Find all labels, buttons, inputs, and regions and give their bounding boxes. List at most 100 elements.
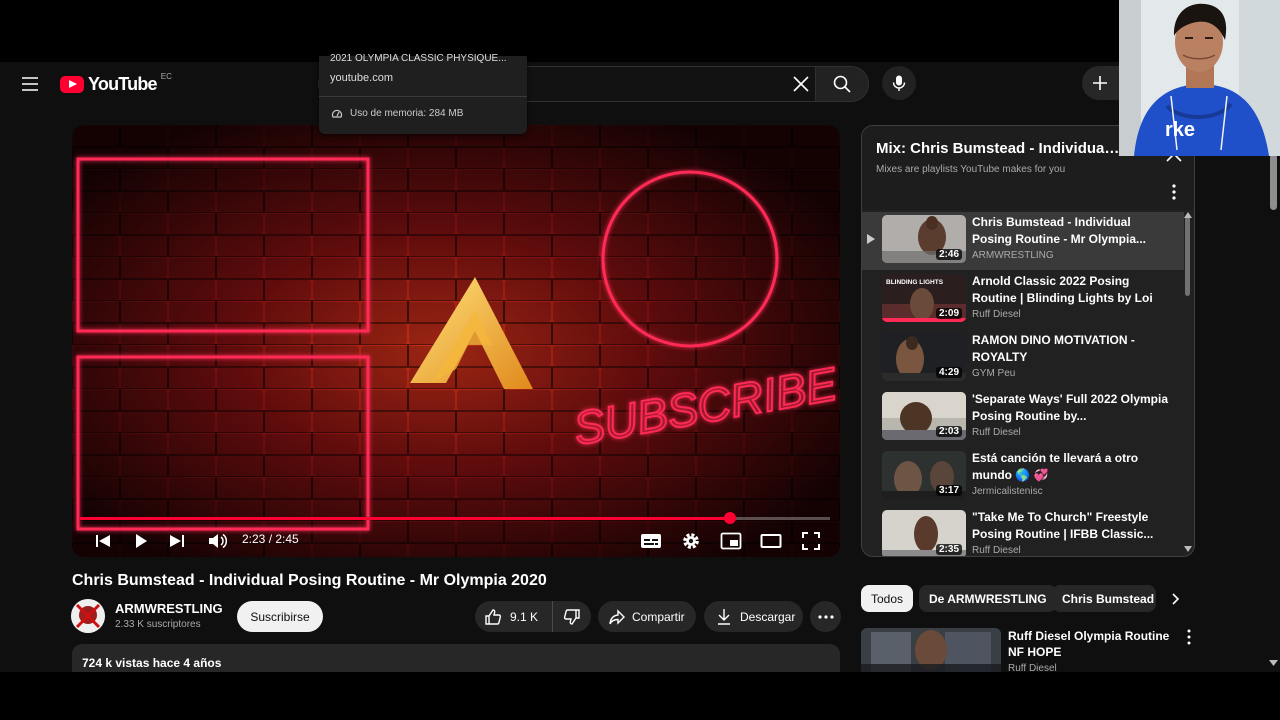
- like-button[interactable]: 9.1 K: [475, 601, 553, 632]
- playlist-item[interactable]: 2:35 "Take Me To Church" Freestyle Posin…: [862, 507, 1184, 556]
- chip-todos[interactable]: Todos: [861, 585, 914, 612]
- playlist-item-channel: Ruff Diesel: [972, 309, 1021, 320]
- gear-icon: [683, 533, 699, 549]
- video-duration: 4:29: [935, 367, 962, 378]
- related-video-title[interactable]: Ruff Diesel Olympia Routine NF HOPE: [1008, 628, 1178, 660]
- chip-chris-bumstead[interactable]: Chris Bumstead: [1052, 585, 1156, 612]
- tab-url: youtube.com: [330, 72, 393, 84]
- webcam-overlay: rke: [1119, 0, 1280, 156]
- divider: [319, 96, 527, 97]
- playlist-item-title: RAMON DINO MOTIVATION - ROYALTY: [972, 333, 1135, 364]
- thumbnail-text: BLINDING LIGHTS: [886, 279, 944, 286]
- more-vertical-icon[interactable]: [1166, 182, 1182, 202]
- playlist-item-title: "Take Me To Church" Freestyle Posing Rou…: [972, 510, 1154, 541]
- miniplayer-icon: [720, 532, 742, 550]
- channel-name[interactable]: ARMWRESTLING: [115, 601, 223, 616]
- subtitles-icon: [641, 534, 661, 548]
- playlist-item[interactable]: 2:46 Chris Bumstead - Individual Posing …: [862, 212, 1184, 270]
- video-thumbnail: 2:46: [882, 215, 966, 263]
- download-label: Descargar: [740, 609, 796, 624]
- thumbs-down-icon: [563, 608, 580, 625]
- subscribe-button[interactable]: Suscribirse: [237, 601, 323, 632]
- page-scrollbar[interactable]: [1270, 154, 1277, 210]
- share-button[interactable]: Compartir: [598, 601, 696, 632]
- voice-search-button[interactable]: [882, 66, 916, 100]
- download-button[interactable]: Descargar: [704, 601, 803, 632]
- related-video-channel: Ruff Diesel: [1008, 663, 1057, 672]
- logo-text: YouTube: [88, 73, 158, 94]
- playlist-item-title: Chris Bumstead - Individual Posing Routi…: [972, 215, 1147, 246]
- youtube-logo[interactable]: YouTube EC: [60, 72, 172, 94]
- youtube-logo-icon: [60, 75, 84, 93]
- scroll-down-icon[interactable]: [1184, 546, 1192, 552]
- playlist-item-channel: Ruff Diesel: [972, 427, 1021, 438]
- download-icon: [718, 608, 730, 625]
- plus-icon: [1093, 76, 1107, 90]
- playlist-panel: Mix: Chris Bumstead - Individual... Mixe…: [861, 125, 1195, 557]
- menu-icon[interactable]: [18, 72, 42, 96]
- playlist-item-title: Está canción te llevará a otro mundo 🌎 💞: [972, 451, 1139, 482]
- tab-title: 2021 OLYMPIA CLASSIC PHYSIQUE...: [330, 54, 507, 64]
- playlist-title[interactable]: Mix: Chris Bumstead - Individual...: [876, 140, 1120, 157]
- playlist-item[interactable]: BLINDING LIGHTS 2:09 Arnold Classic 2022…: [862, 271, 1184, 329]
- video-thumbnail: 4:29: [882, 333, 966, 381]
- next-button[interactable]: [164, 528, 190, 554]
- more-vertical-icon[interactable]: [1184, 628, 1194, 646]
- video-player[interactable]: SUBSCRIBE: [72, 125, 840, 557]
- like-dislike-group: 9.1 K: [475, 601, 591, 632]
- playlist-item-channel: Ruff Diesel: [972, 545, 1021, 556]
- playlist-item-title: Arnold Classic 2022 Posing Routine | Bli…: [972, 274, 1153, 305]
- chip-de-armwrestling[interactable]: De ARMWRESTLING: [919, 585, 1057, 612]
- playlist-item-channel: Jermicalistenisc: [972, 486, 1043, 497]
- time-display: 2:23 / 2:45: [242, 532, 299, 546]
- playlist-scrollbar[interactable]: [1185, 216, 1190, 296]
- tab-hover-card: 2021 OLYMPIA CLASSIC PHYSIQUE... youtube…: [319, 54, 527, 134]
- fullscreen-button[interactable]: [798, 528, 824, 554]
- more-actions-button[interactable]: [810, 601, 841, 632]
- previous-button[interactable]: [90, 528, 116, 554]
- volume-button[interactable]: [204, 528, 230, 554]
- channel-avatar[interactable]: [71, 599, 105, 633]
- now-playing-icon: [867, 234, 875, 244]
- playlist-subtitle: Mixes are playlists YouTube makes for yo…: [876, 164, 1066, 175]
- thumbs-up-icon: [485, 608, 502, 625]
- share-label: Compartir: [632, 609, 685, 624]
- playlist-item[interactable]: 4:29 RAMON DINO MOTIVATION - ROYALTY GYM…: [862, 330, 1184, 388]
- playlist-item[interactable]: 2:03 'Separate Ways' Full 2022 Olympia P…: [862, 389, 1184, 447]
- memory-usage: Uso de memoria: 284 MB: [350, 108, 464, 119]
- views-and-date: 724 k vistas hace 4 años: [82, 656, 222, 670]
- related-video-thumbnail[interactable]: [861, 628, 1001, 672]
- dislike-button[interactable]: [553, 601, 591, 632]
- chevron-right-icon[interactable]: [1166, 590, 1184, 608]
- close-icon[interactable]: [790, 73, 812, 95]
- scroll-down-icon[interactable]: [1269, 660, 1278, 666]
- subtitles-button[interactable]: [638, 528, 664, 554]
- miniplayer-button[interactable]: [718, 528, 744, 554]
- more-horizontal-icon: [817, 614, 834, 619]
- video-duration: 2:46: [935, 249, 962, 260]
- playlist-item-channel: ARMWRESTLING: [972, 250, 1054, 261]
- like-count: 9.1 K: [510, 609, 539, 624]
- video-duration: 2:03: [935, 426, 962, 437]
- subscriber-count: 2.33 K suscriptores: [115, 619, 201, 630]
- video-title: Chris Bumstead - Individual Posing Routi…: [72, 572, 547, 589]
- play-button[interactable]: [128, 528, 154, 554]
- skip-next-icon: [170, 535, 184, 547]
- video-frame: SUBSCRIBE: [72, 125, 840, 557]
- scroll-up-icon[interactable]: [1184, 212, 1192, 218]
- video-thumbnail: 2:35: [882, 510, 966, 556]
- volume-icon: [209, 533, 227, 549]
- progress-handle[interactable]: [724, 512, 736, 524]
- video-thumbnail: 3:17: [882, 451, 966, 499]
- search-icon: [833, 75, 851, 93]
- search-button[interactable]: [815, 66, 869, 102]
- playlist-item-title: 'Separate Ways' Full 2022 Olympia Posing…: [972, 392, 1169, 423]
- playlist-item[interactable]: 3:17 Está canción te llevará a otro mund…: [862, 448, 1184, 506]
- video-duration: 3:17: [935, 485, 962, 496]
- progress-bar-fill: [80, 517, 730, 520]
- play-icon: [136, 534, 147, 548]
- theater-mode-button[interactable]: [758, 528, 784, 554]
- share-icon: [609, 608, 625, 625]
- settings-button[interactable]: [678, 528, 704, 554]
- video-duration: 2:35: [935, 544, 962, 555]
